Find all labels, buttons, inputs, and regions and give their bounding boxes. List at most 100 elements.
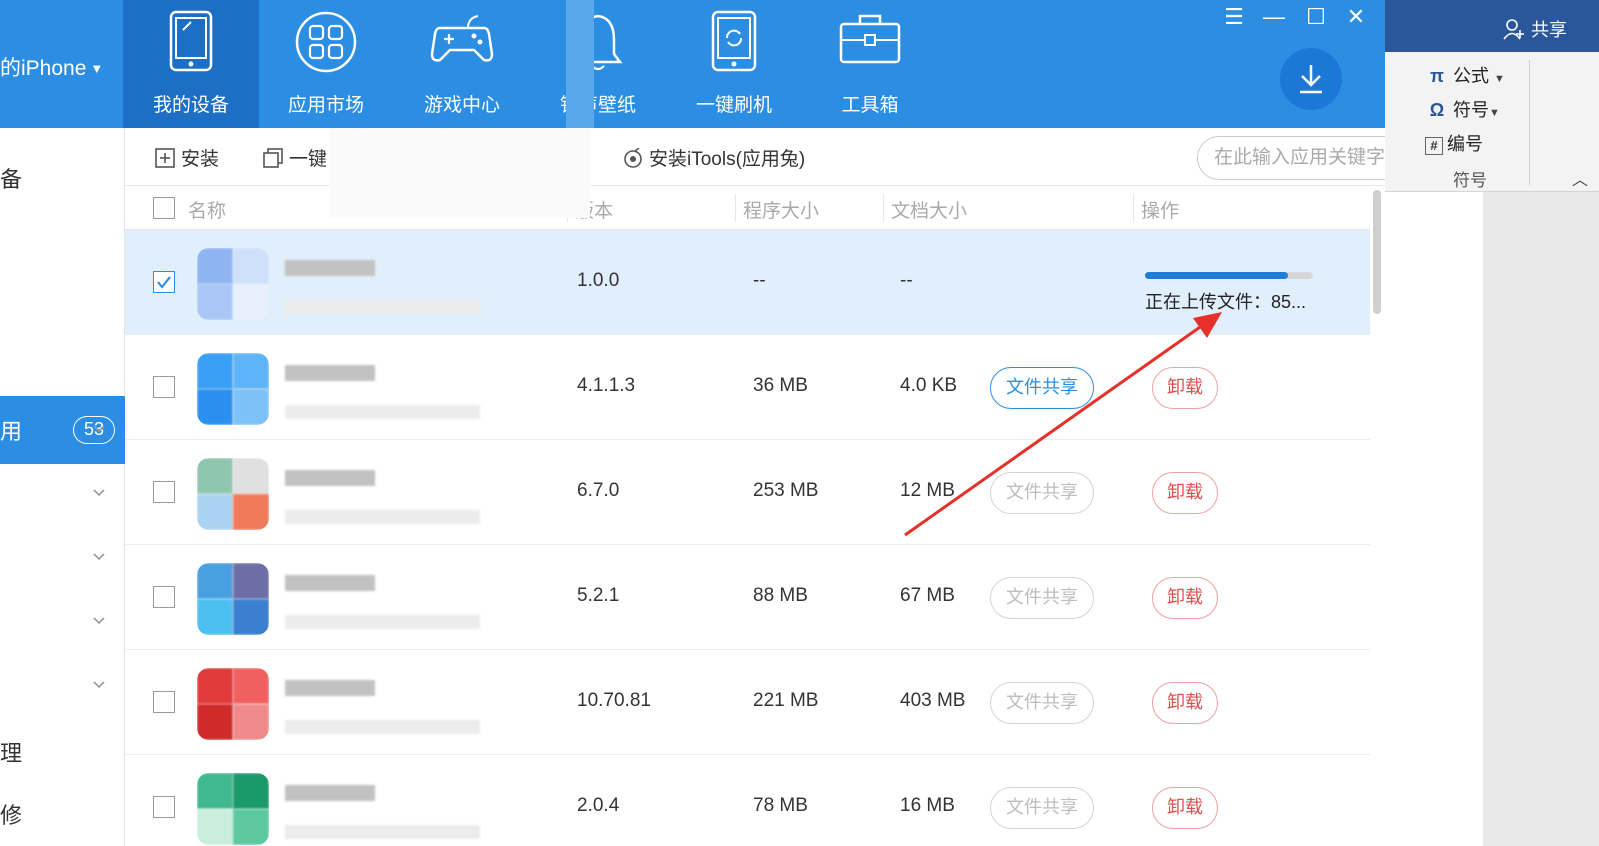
app-icon[interactable] <box>197 353 269 425</box>
file-share-button[interactable]: 文件共享 <box>990 682 1094 724</box>
ribbon-divider <box>1529 60 1530 185</box>
uninstall-button[interactable]: 卸载 <box>1152 682 1218 724</box>
numbering-button[interactable]: # 编号 <box>1425 130 1483 156</box>
copy-icon <box>263 148 283 168</box>
table-row[interactable]: 10.70.81 221 MB 403 MB 文件共享 卸载 <box>125 650 1370 755</box>
table-row[interactable]: 2.0.4 78 MB 16 MB 文件共享 卸载 <box>125 755 1370 846</box>
number-box-icon: # <box>1425 137 1443 155</box>
numbering-label: 编号 <box>1447 134 1483 154</box>
tab-toolbox[interactable]: 工具箱 <box>802 0 938 128</box>
column-header-app-size[interactable]: 程序大小 <box>743 196 819 223</box>
tab-one-key-flash[interactable]: 一键刷机 <box>666 0 802 128</box>
toolbox-icon <box>839 14 901 64</box>
chevron-down-icon[interactable] <box>91 612 107 628</box>
document-background <box>1483 192 1599 846</box>
download-manager-button[interactable] <box>1280 48 1342 110</box>
row-checkbox[interactable] <box>153 691 175 713</box>
share-label: 共享 <box>1531 20 1567 40</box>
table-row[interactable]: 5.2.1 88 MB 67 MB 文件共享 卸载 <box>125 545 1370 650</box>
sidebar-item-repair-fragment[interactable]: 修 <box>0 798 22 830</box>
maximize-icon[interactable]: ☐ <box>1302 4 1330 30</box>
row-checkbox[interactable] <box>153 481 175 503</box>
ribbon-group-label: 符号 <box>1453 171 1487 190</box>
itools-rabbit-icon <box>624 148 642 168</box>
caret-down-icon: ▼ <box>90 61 104 76</box>
column-header-action: 操作 <box>1141 201 1180 222</box>
top-navigation-bar: 的iPhone ▼ 我的设备 应用市场 游戏中心 铃声壁纸 一键刷机 工具箱 ☰… <box>0 0 1385 128</box>
menu-icon[interactable]: ☰ <box>1220 4 1248 30</box>
device-selector[interactable]: 的iPhone ▼ <box>0 52 103 82</box>
collapse-ribbon-icon[interactable]: ︿ <box>1572 166 1588 190</box>
tab-label: 游戏中心 <box>423 95 500 116</box>
symbol-button[interactable]: Ω 符号▼ <box>1425 96 1500 122</box>
column-header-name[interactable]: 名称 <box>188 196 226 223</box>
checkmark-icon <box>157 276 171 289</box>
app-version: 4.1.1.3 <box>577 375 636 396</box>
app-size: 221 MB <box>753 690 819 711</box>
gamepad-icon <box>430 15 494 62</box>
app-size: 88 MB <box>753 585 808 606</box>
formula-label: 公式 <box>1453 66 1489 86</box>
app-icon[interactable] <box>197 458 269 530</box>
app-publisher-redacted <box>285 300 480 314</box>
doc-size: 403 MB <box>900 690 966 711</box>
app-table-header: 名称 版本 程序大小 文档大小 操作 <box>125 186 1370 230</box>
app-size: 253 MB <box>753 480 819 501</box>
tab-app-market[interactable]: 应用市场 <box>258 0 394 128</box>
row-checkbox[interactable] <box>153 796 175 818</box>
app-publisher-redacted <box>285 720 480 734</box>
formula-button[interactable]: π 公式 ▼ <box>1425 62 1505 88</box>
app-name-redacted <box>285 575 375 591</box>
share-button[interactable]: 共享 <box>1503 16 1567 42</box>
phone-refresh-icon <box>711 10 757 72</box>
app-icon[interactable] <box>197 563 269 635</box>
app-version: 2.0.4 <box>577 795 620 816</box>
one-key-label: 一键 <box>289 149 328 170</box>
left-sidebar: 备 用 53 理 修 <box>0 128 125 846</box>
symbol-label: 符号 <box>1453 100 1489 120</box>
file-share-button[interactable]: 文件共享 <box>990 577 1094 619</box>
close-icon[interactable]: ✕ <box>1342 4 1370 30</box>
row-checkbox[interactable] <box>153 586 175 608</box>
row-checkbox[interactable] <box>153 271 175 293</box>
tab-game-center[interactable]: 游戏中心 <box>394 0 530 128</box>
install-button[interactable]: 安装 <box>155 144 219 171</box>
app-publisher-redacted <box>285 510 480 524</box>
column-divider <box>735 194 736 222</box>
document-page <box>1385 192 1483 846</box>
doc-size: 67 MB <box>900 585 955 606</box>
install-label: 安装 <box>181 149 220 170</box>
row-checkbox[interactable] <box>153 376 175 398</box>
minimize-icon[interactable]: — <box>1260 4 1288 30</box>
app-publisher-redacted <box>285 825 480 839</box>
obscured-region <box>566 0 594 128</box>
chevron-down-icon[interactable] <box>91 548 107 564</box>
app-icon[interactable] <box>197 773 269 845</box>
column-header-doc-size[interactable]: 文档大小 <box>891 196 967 223</box>
tab-label: 应用市场 <box>287 95 364 116</box>
one-key-button[interactable]: 一键 <box>263 144 327 171</box>
app-icon[interactable] <box>197 248 269 320</box>
app-version: 5.2.1 <box>577 585 620 606</box>
uninstall-button[interactable]: 卸载 <box>1152 577 1218 619</box>
uninstall-button[interactable]: 卸载 <box>1152 787 1218 829</box>
tab-label: 一键刷机 <box>695 95 772 116</box>
doc-size: -- <box>900 270 913 291</box>
sidebar-item-device-fragment[interactable]: 备 <box>0 162 22 194</box>
sidebar-item-manage-fragment[interactable]: 理 <box>0 736 22 768</box>
app-icon[interactable] <box>197 668 269 740</box>
tab-my-device[interactable]: 我的设备 <box>123 0 259 128</box>
install-itools-button[interactable]: 安装iTools(应用兔) <box>623 144 805 171</box>
file-share-button[interactable]: 文件共享 <box>990 787 1094 829</box>
app-size: 78 MB <box>753 795 808 816</box>
chevron-down-icon[interactable] <box>91 484 107 500</box>
table-scrollbar[interactable] <box>1373 190 1381 314</box>
select-all-checkbox[interactable] <box>153 197 175 219</box>
tab-label: 工具箱 <box>841 95 899 116</box>
column-divider <box>883 194 884 222</box>
plus-box-icon <box>155 148 175 168</box>
chevron-down-icon[interactable] <box>91 420 107 436</box>
chevron-down-icon[interactable] <box>91 676 107 692</box>
tab-ringtone-wallpaper[interactable]: 铃声壁纸 <box>530 0 666 128</box>
app-name-redacted <box>285 785 375 801</box>
